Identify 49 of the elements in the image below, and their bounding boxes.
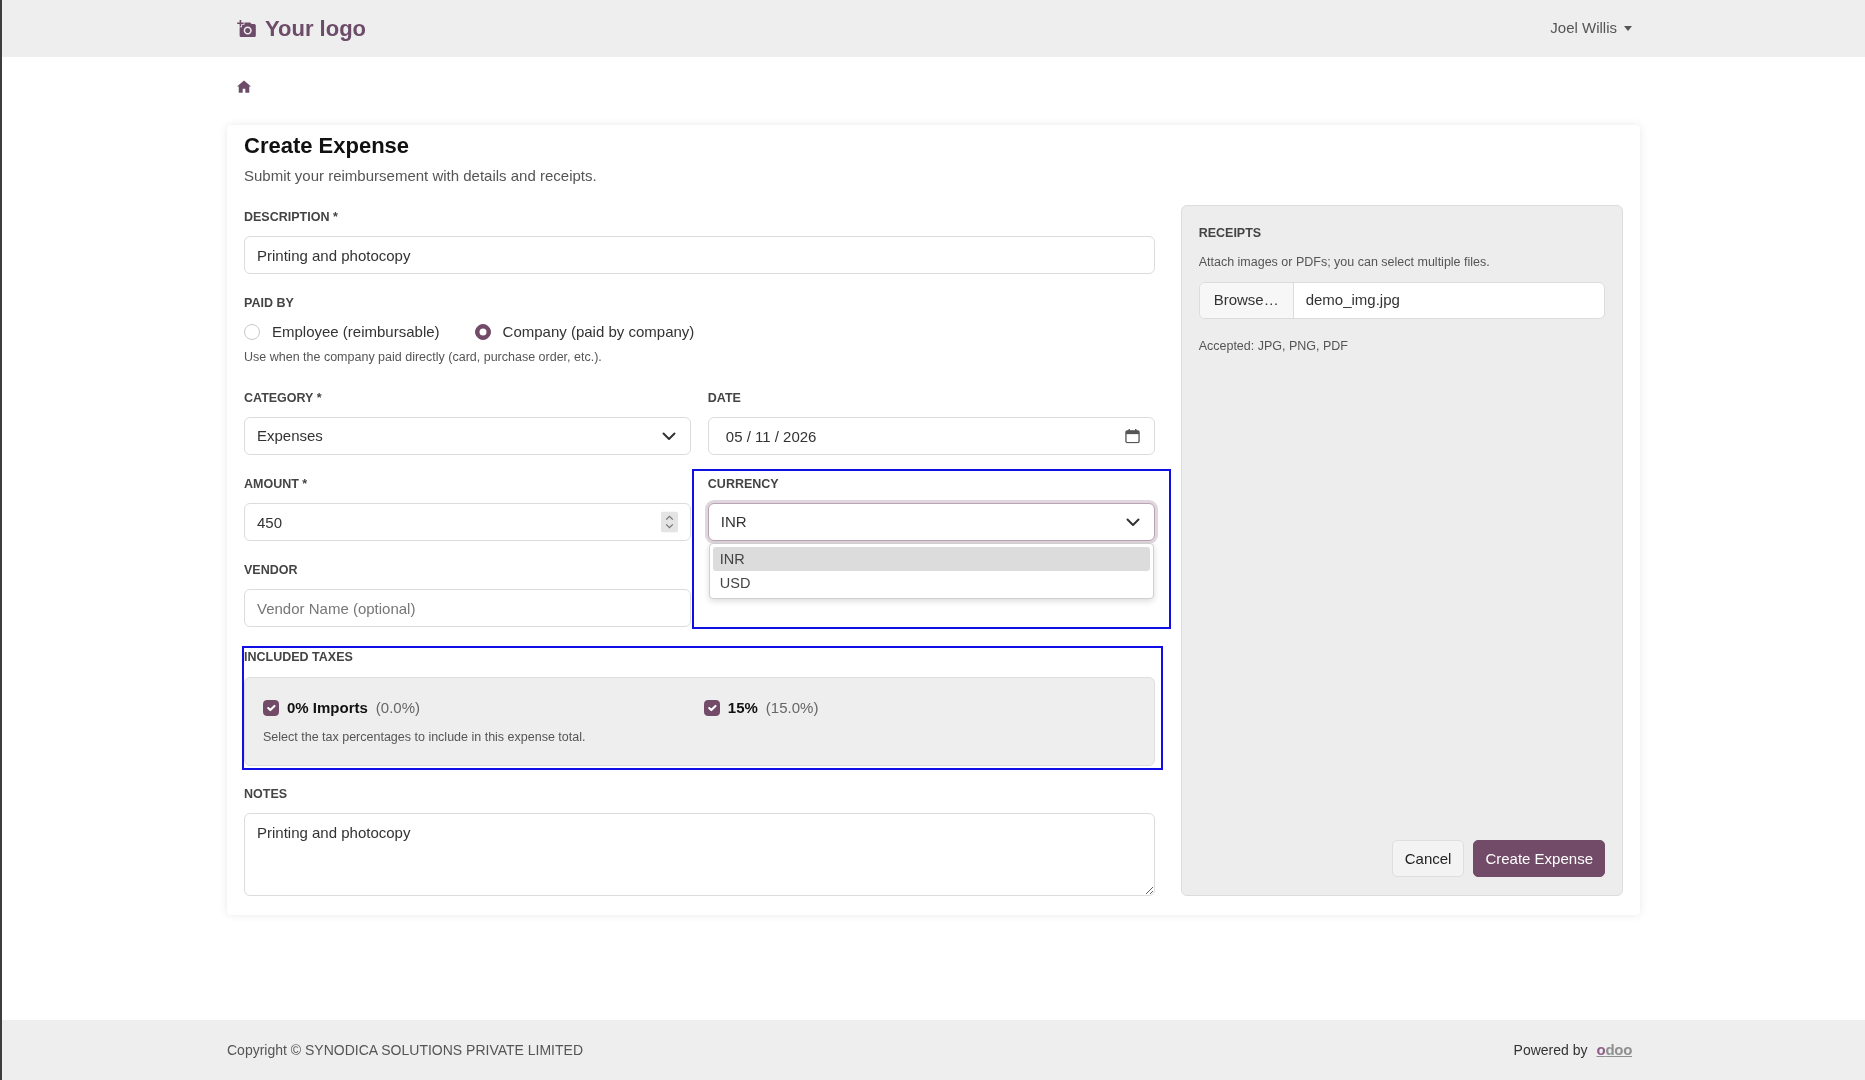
page-subtitle: Submit your reimbursement with details and receipts. [244,167,598,185]
field-label: CURRENCY [707,476,780,493]
copyright-text: Copyright © SYNODICA SOLUTIONS PRIVATE LIMITED [227,1040,583,1060]
description-field[interactable]: Printing and photocopy [244,236,1155,274]
powered-by-text: Powered by [1513,1040,1588,1060]
help-text: Accepted: JPG, PNG, PDF [1198,338,1349,354]
category-select[interactable]: Expenses [244,417,691,455]
radio-label[interactable]: Employee (reimbursable) [272,320,440,344]
calendar-icon[interactable] [1124,428,1140,444]
date-field[interactable]: 05 / 11 / 2026 [707,417,1155,455]
chevron-down-icon [1125,517,1140,527]
field-label: DESCRIPTION * [244,209,339,226]
logo-link[interactable]: Your logo [237,12,367,45]
help-text: Attach images or PDFs; you can select multiple files. [1198,254,1491,270]
chevron-down-icon [661,431,676,441]
vendor-field[interactable]: Vendor Name (optional) [244,589,691,627]
field-label: DATE [707,390,742,407]
checkbox[interactable] [263,700,279,716]
submit-button[interactable]: Create Expense [1473,840,1605,877]
amount-field[interactable]: 450 [244,503,691,541]
tax-rate: (15.0%) [765,697,819,718]
field-label: PAID BY [244,295,295,312]
dropdown-option[interactable]: INR [712,547,1150,571]
caret-icon [1624,26,1632,31]
file-input[interactable]: Browse… demo_img.jpg [1198,282,1605,319]
dropdown-option[interactable]: USD [712,571,1150,595]
tax-rate: (0.0%) [375,697,421,718]
field-label: NOTES [244,786,289,803]
field-label: INCLUDED TAXES [244,649,354,666]
browse-button[interactable]: Browse… [1199,283,1294,318]
camera-icon [237,20,256,37]
tax-name: 15% [727,697,758,718]
radio-label[interactable]: Company (paid by company) [502,320,695,344]
tax-name: 0% Imports [287,697,368,718]
field-label: AMOUNT * [244,476,309,493]
user-menu[interactable]: Joel Willis [1550,17,1632,40]
field-label: CATEGORY * [244,390,323,407]
cancel-button[interactable]: Cancel [1391,840,1465,877]
page-title: Create Expense [244,133,411,159]
notes-field[interactable]: Printing and photocopy [244,813,1155,896]
field-label: VENDOR [244,562,299,579]
field-label: RECEIPTS [1198,225,1263,242]
help-text: Use when the company paid directly (card, purchase order, etc.). [244,349,603,365]
home-icon[interactable] [237,79,251,93]
checkbox[interactable] [703,700,720,716]
currency-select[interactable]: INR [707,503,1155,541]
radio-button[interactable] [474,324,491,340]
help-text: Select the tax percentages to include in this expense total. [263,729,587,745]
file-name: demo_img.jpg [1304,290,1400,311]
